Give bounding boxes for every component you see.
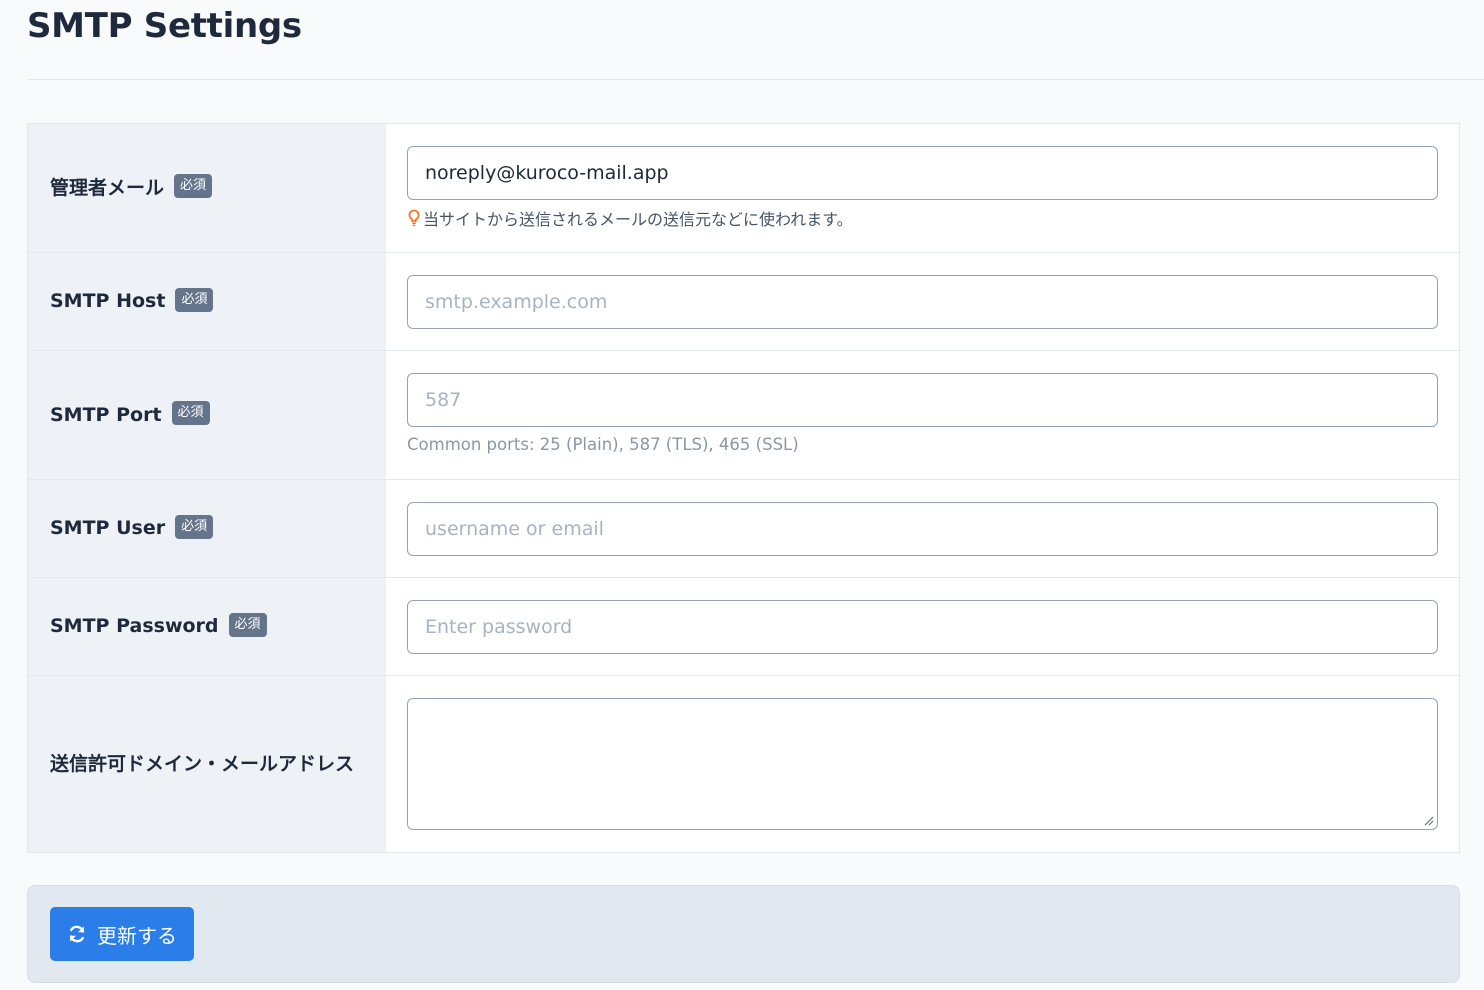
row-smtp-user: SMTP User 必須 username or email xyxy=(28,480,1459,578)
required-badge: 必須 xyxy=(228,612,267,637)
smtp-host-input[interactable]: smtp.example.com xyxy=(407,275,1438,329)
smtp-settings-page: SMTP Settings 管理者メール 必須 noreply@kuroco-ma… xyxy=(0,0,1484,990)
smtp-password-input[interactable]: Enter password xyxy=(407,600,1438,654)
smtp-user-input[interactable]: username or email xyxy=(407,502,1438,556)
required-badge: 必須 xyxy=(175,287,214,312)
allowed-domains-textarea[interactable] xyxy=(407,698,1438,830)
admin-email-label: 管理者メール xyxy=(50,176,165,199)
refresh-icon xyxy=(69,925,85,943)
update-button[interactable]: 更新する xyxy=(50,907,194,961)
admin-email-help-text: 当サイトから送信されるメールの送信元などに使われます。 xyxy=(423,210,853,229)
label-cell: SMTP User 必須 xyxy=(28,480,386,577)
field-cell: 587 Common ports: 25 (Plain), 587 (TLS),… xyxy=(386,351,1459,479)
required-badge: 必須 xyxy=(175,514,214,539)
form-footer: 更新する xyxy=(27,885,1460,983)
required-badge: 必須 xyxy=(174,174,213,198)
admin-email-input[interactable]: noreply@kuroco-mail.app xyxy=(407,146,1438,200)
row-admin-email: 管理者メール 必須 noreply@kuroco-mail.app 当サイトから送… xyxy=(28,124,1459,253)
field-cell: username or email xyxy=(386,480,1459,577)
label-cell: SMTP Host 必須 xyxy=(28,253,386,350)
row-smtp-host: SMTP Host 必須 smtp.example.com xyxy=(28,253,1459,351)
resize-handle-icon[interactable] xyxy=(1423,815,1434,826)
row-smtp-port: SMTP Port 必須 587 Common ports: 25 (Plain)… xyxy=(28,351,1459,480)
field-cell: smtp.example.com xyxy=(386,253,1459,350)
field-cell: Enter password xyxy=(386,578,1459,675)
smtp-user-label: SMTP User xyxy=(50,517,166,539)
title-divider xyxy=(27,79,1484,80)
smtp-port-label: SMTP Port xyxy=(50,403,162,426)
label-cell: 送信許可ドメイン・メールアドレス xyxy=(28,676,386,852)
smtp-host-label: SMTP Host xyxy=(50,290,166,312)
label-cell: SMTP Password 必須 xyxy=(28,578,386,675)
required-badge: 必須 xyxy=(171,401,210,425)
row-allowed-domains: 送信許可ドメイン・メールアドレス xyxy=(28,676,1459,852)
smtp-password-label: SMTP Password xyxy=(50,615,219,637)
label-cell: 管理者メール 必須 xyxy=(28,124,386,252)
settings-form: 管理者メール 必須 noreply@kuroco-mail.app 当サイトから送… xyxy=(27,123,1460,853)
row-smtp-password: SMTP Password 必須 Enter password xyxy=(28,578,1459,676)
label-cell: SMTP Port 必須 xyxy=(28,351,386,479)
lightbulb-icon xyxy=(408,209,420,227)
field-cell xyxy=(386,676,1459,852)
smtp-port-help: Common ports: 25 (Plain), 587 (TLS), 465… xyxy=(407,435,799,454)
update-button-label: 更新する xyxy=(97,923,177,948)
smtp-port-input[interactable]: 587 xyxy=(407,373,1438,427)
page-title: SMTP Settings xyxy=(27,6,302,46)
field-cell: noreply@kuroco-mail.app 当サイトから送信されるメールの送… xyxy=(386,124,1459,252)
admin-email-help: 当サイトから送信されるメールの送信元などに使われます。 xyxy=(407,206,1438,230)
allowed-domains-label: 送信許可ドメイン・メールアドレス xyxy=(50,752,355,775)
